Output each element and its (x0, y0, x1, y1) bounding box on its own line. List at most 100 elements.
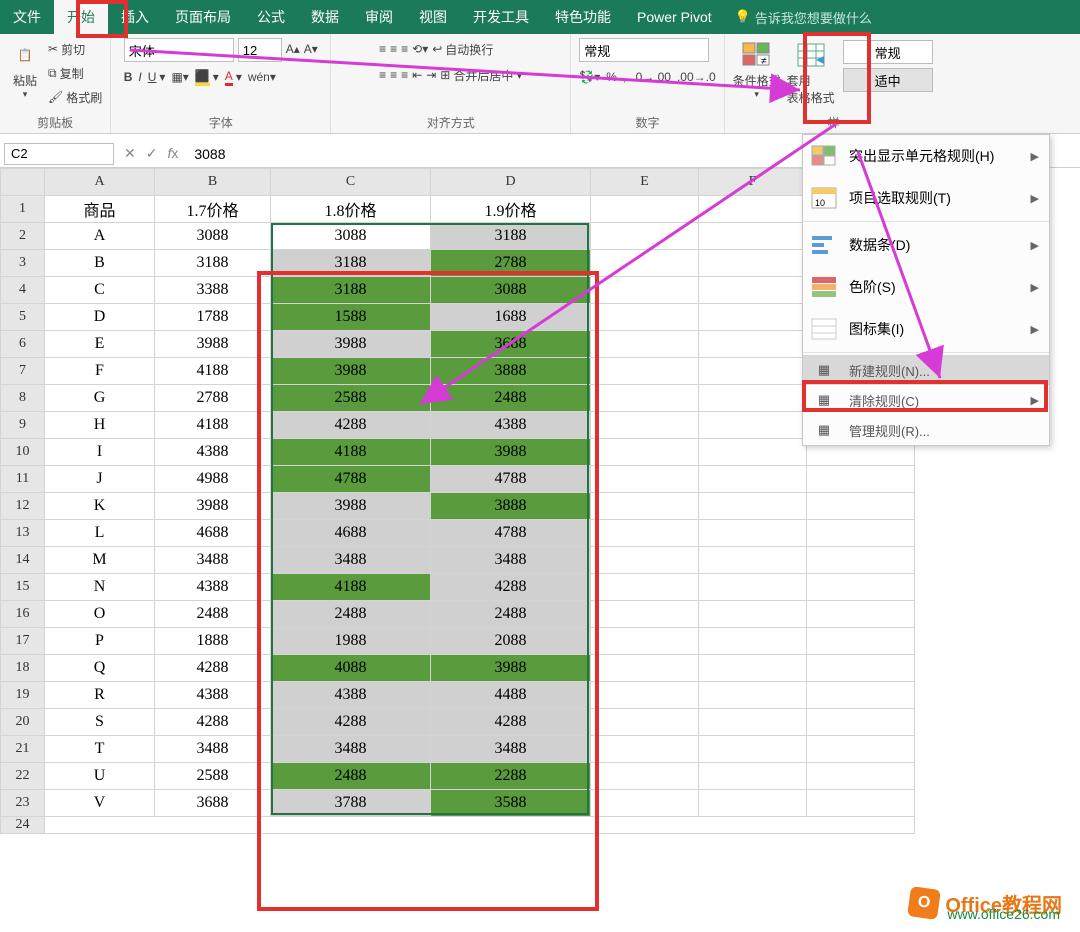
cell[interactable] (591, 628, 699, 655)
cell[interactable]: 3088 (155, 223, 271, 250)
cell[interactable] (699, 358, 807, 385)
cell[interactable]: 2488 (271, 601, 431, 628)
font-color-button[interactable]: A▾ (225, 66, 242, 88)
cell[interactable]: 3488 (155, 547, 271, 574)
cell[interactable]: 4288 (155, 655, 271, 682)
tab-formulas[interactable]: 公式 (244, 0, 298, 34)
font-size-combo[interactable]: 12 (238, 38, 282, 62)
shrink-font-button[interactable]: A▾ (304, 38, 318, 60)
cell[interactable] (699, 574, 807, 601)
cell[interactable]: H (45, 412, 155, 439)
row-header[interactable]: 7 (1, 358, 45, 385)
cell[interactable] (591, 682, 699, 709)
cut-button[interactable]: ✂剪切 (48, 38, 102, 60)
cell[interactable] (699, 331, 807, 358)
row-header[interactable]: 2 (1, 223, 45, 250)
cell[interactable]: O (45, 601, 155, 628)
cell[interactable] (591, 574, 699, 601)
row-header[interactable]: 16 (1, 601, 45, 628)
cell[interactable] (699, 223, 807, 250)
cell[interactable] (591, 493, 699, 520)
cell[interactable] (591, 655, 699, 682)
cell[interactable] (699, 385, 807, 412)
cell[interactable]: 3988 (431, 655, 591, 682)
cell[interactable]: A (45, 223, 155, 250)
cell[interactable]: V (45, 790, 155, 817)
row-header[interactable]: 24 (1, 817, 45, 834)
cell[interactable] (699, 628, 807, 655)
cell[interactable]: D (45, 304, 155, 331)
cell[interactable]: 2288 (431, 763, 591, 790)
cell[interactable] (591, 385, 699, 412)
percent-button[interactable]: % (606, 66, 617, 88)
cell[interactable]: 3088 (431, 277, 591, 304)
cell[interactable]: 3088 (271, 223, 431, 250)
cell[interactable]: F (45, 358, 155, 385)
cell[interactable]: 3988 (271, 331, 431, 358)
paste-button[interactable]: 📋 粘贴 ▾ (8, 38, 42, 100)
row-header[interactable]: 1 (1, 196, 45, 223)
fx-icon[interactable]: fx (167, 145, 178, 162)
cell[interactable] (699, 439, 807, 466)
cell[interactable]: 3688 (431, 331, 591, 358)
cell[interactable]: 3488 (431, 547, 591, 574)
cell[interactable] (591, 223, 699, 250)
tab-data[interactable]: 数据 (298, 0, 352, 34)
row-header[interactable]: 17 (1, 628, 45, 655)
row-header[interactable]: 15 (1, 574, 45, 601)
cell[interactable]: J (45, 466, 155, 493)
accounting-button[interactable]: 💱▾ (579, 66, 600, 88)
row-header[interactable]: 20 (1, 709, 45, 736)
tab-powerpivot[interactable]: Power Pivot (624, 0, 725, 34)
format-as-table-button[interactable]: 套用 表格格式 (787, 38, 835, 106)
cell[interactable] (807, 682, 915, 709)
cell[interactable]: Q (45, 655, 155, 682)
cell[interactable] (591, 709, 699, 736)
cell[interactable] (591, 466, 699, 493)
cell[interactable] (591, 250, 699, 277)
cell[interactable] (807, 601, 915, 628)
style-normal[interactable]: 常规 (843, 40, 933, 64)
cell[interactable]: 2588 (271, 385, 431, 412)
cell[interactable] (699, 736, 807, 763)
align-top-button[interactable]: ≡ (379, 38, 386, 60)
cell[interactable]: 1588 (271, 304, 431, 331)
cell[interactable] (699, 196, 807, 223)
cell[interactable] (591, 790, 699, 817)
cell[interactable]: C (45, 277, 155, 304)
cell[interactable] (699, 466, 807, 493)
cell[interactable]: 1.7价格 (155, 196, 271, 223)
cell[interactable]: R (45, 682, 155, 709)
border-button[interactable]: ▦▾ (171, 66, 188, 88)
row-header[interactable]: 4 (1, 277, 45, 304)
cell[interactable]: 3988 (271, 358, 431, 385)
cell[interactable]: 1988 (271, 628, 431, 655)
style-medium[interactable]: 适中 (843, 68, 933, 92)
cell[interactable] (591, 763, 699, 790)
row-header[interactable]: 9 (1, 412, 45, 439)
phonetic-button[interactable]: wén▾ (248, 66, 276, 88)
row-header[interactable]: 21 (1, 736, 45, 763)
cell[interactable]: M (45, 547, 155, 574)
cell[interactable] (807, 547, 915, 574)
cell[interactable]: 2088 (431, 628, 591, 655)
menu-icon-sets[interactable]: 图标集(I) ▶ (803, 308, 1049, 350)
menu-new-rule[interactable]: ▦ 新建规则(N)... (803, 355, 1049, 385)
cell[interactable]: 1.9价格 (431, 196, 591, 223)
row-header[interactable]: 11 (1, 466, 45, 493)
row-header[interactable]: 12 (1, 493, 45, 520)
cell[interactable] (699, 277, 807, 304)
cell[interactable]: 3888 (431, 493, 591, 520)
indent-dec-button[interactable]: ⇤ (412, 64, 422, 86)
cell[interactable] (807, 574, 915, 601)
row-header[interactable]: 13 (1, 520, 45, 547)
cell[interactable]: 3188 (271, 250, 431, 277)
cell[interactable] (699, 763, 807, 790)
cell[interactable]: 3188 (155, 250, 271, 277)
number-format-combo[interactable]: 常规 (579, 38, 709, 62)
cell[interactable]: 3488 (271, 547, 431, 574)
menu-highlight-cells[interactable]: 突出显示单元格规则(H) ▶ (803, 135, 1049, 177)
font-name-combo[interactable]: 宋体 (124, 38, 234, 62)
tab-special[interactable]: 特色功能 (542, 0, 624, 34)
cell[interactable] (591, 304, 699, 331)
